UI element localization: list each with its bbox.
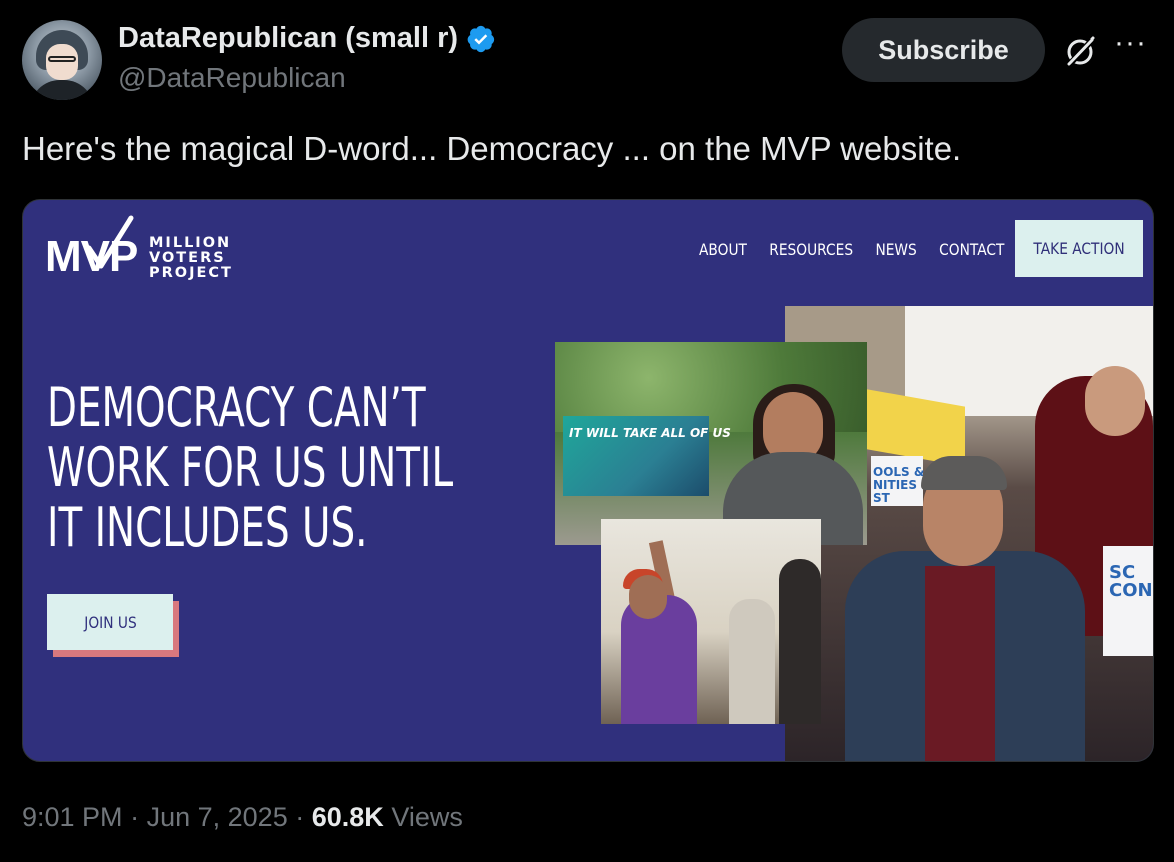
avatar-glasses [48,56,76,62]
author-handle[interactable]: @DataRepublican [118,62,346,94]
meta-separator-2: · [295,802,305,832]
avatar[interactable] [22,20,102,100]
views-label: Views [391,802,463,832]
nav-contact[interactable]: CONTACT [939,240,1004,259]
join-us-button[interactable]: JOIN US [47,594,173,650]
mvp-logo-words: MILLION VOTERS PROJECT [149,235,233,281]
avatar-face [46,44,78,80]
tweet-date[interactable]: Jun 7, 2025 [147,802,288,832]
nav-news[interactable]: NEWS [875,240,916,259]
tweet-text: Here's the magical D-word... Democracy .… [22,130,962,167]
checkmark-icon [86,215,134,269]
meta-separator: · [130,802,140,832]
site-nav: ABOUT RESOURCES NEWS CONTACT [699,240,1004,259]
subscribe-button[interactable]: Subscribe [842,18,1045,82]
join-us-label: JOIN US [83,612,137,632]
take-action-button[interactable]: TAKE ACTION [1015,220,1143,277]
author-name-row: DataRepublican (small r) [118,22,496,55]
more-options-icon[interactable]: ··· [1114,26,1147,60]
embedded-image[interactable]: MVP MILLION VOTERS PROJECT ABOUT RESOURC… [22,199,1154,762]
protest-sign-left-text: OOLS & NITIES ST [873,465,925,505]
rally-photo-plenary [601,519,821,724]
take-action-label: TAKE ACTION [1033,239,1125,258]
verified-badge-icon [467,25,495,52]
avatar-suit [30,80,94,100]
nav-resources[interactable]: RESOURCES [769,240,853,259]
rally-sign-text: IT WILL TAKE ALL OF US [569,426,731,440]
views-count[interactable]: 60.8K [312,802,384,832]
rally-photo-sign: IT WILL TAKE ALL OF US [555,342,867,545]
mvp-logo: MVP MILLION VOTERS PROJECT [45,214,245,284]
display-name[interactable]: DataRepublican (small r) [118,22,458,55]
tweet-meta: 9:01 PM · Jun 7, 2025 · 60.8K Views [22,802,463,833]
tweet-time[interactable]: 9:01 PM [22,802,123,832]
hero-headline: DEMOCRACY CAN’T WORK FOR US UNTIL IT INC… [47,376,454,559]
grok-icon[interactable] [1063,33,1099,69]
protest-sign-right-text: SC CON [1109,562,1153,601]
nav-about[interactable]: ABOUT [699,240,747,259]
